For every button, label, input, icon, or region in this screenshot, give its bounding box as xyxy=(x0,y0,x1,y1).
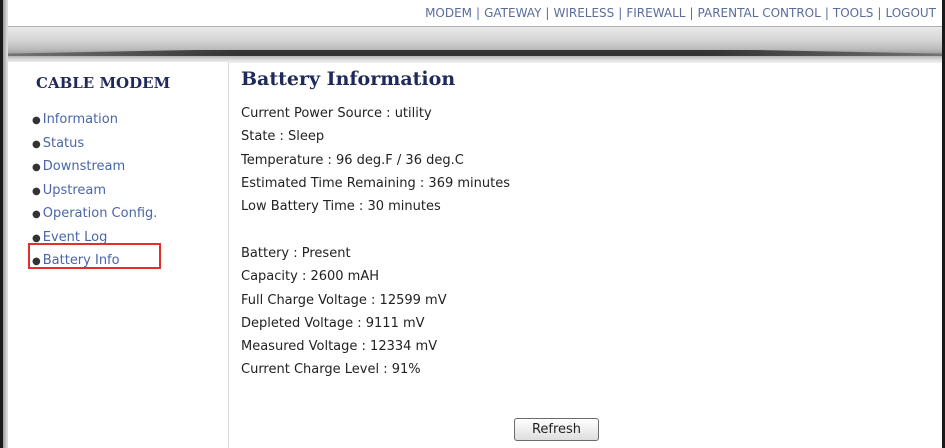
bullet-icon: ● xyxy=(32,162,41,173)
power-info-list: Current Power Source : utility State : S… xyxy=(241,102,510,218)
sidebar-title: CABLE MODEM xyxy=(36,74,171,92)
sidebar-item-label[interactable]: Operation Config. xyxy=(43,206,158,221)
bullet-icon: ● xyxy=(32,209,41,220)
sidebar: CABLE MODEM ● Information ● Status ● Downst… xyxy=(8,62,229,448)
nav-tools[interactable]: TOOLS xyxy=(833,6,874,20)
sidebar-item-label[interactable]: Status xyxy=(43,136,84,151)
sidebar-item-operation-config[interactable]: ● Operation Config. xyxy=(32,202,157,226)
nav-separator: | xyxy=(689,6,694,20)
info-line: Low Battery Time : 30 minutes xyxy=(241,199,441,215)
main-content: Battery Information Current Power Source… xyxy=(229,62,942,448)
info-line: Estimated Time Remaining : 369 minutes xyxy=(241,175,510,191)
sidebar-item-label[interactable]: Information xyxy=(43,112,118,127)
info-line: Capacity : 2600 mAH xyxy=(241,269,380,285)
nav-separator: | xyxy=(545,6,550,20)
info-line: Full Charge Voltage : 12599 mV xyxy=(241,292,447,308)
nav-separator: | xyxy=(824,6,829,20)
info-line: State : Sleep xyxy=(241,129,325,145)
nav-parental-control[interactable]: PARENTAL CONTROL xyxy=(698,6,821,20)
nav-modem[interactable]: MODEM xyxy=(425,6,472,20)
nav-separator: | xyxy=(877,6,882,20)
sidebar-item-label[interactable]: Downstream xyxy=(43,159,125,174)
refresh-button[interactable]: Refresh xyxy=(514,418,599,441)
nav-separator: | xyxy=(476,6,481,20)
header-band-shadow xyxy=(8,50,942,56)
info-line: Temperature : 96 deg.F / 36 deg.C xyxy=(241,152,464,168)
page-title: Battery Information xyxy=(241,68,456,90)
sidebar-item-information[interactable]: ● Information xyxy=(32,108,157,132)
bullet-icon: ● xyxy=(32,232,41,244)
sidebar-item-upstream[interactable]: ● Upstream xyxy=(32,179,157,203)
info-line: Depleted Voltage : 9111 mV xyxy=(241,315,425,331)
sidebar-item-label[interactable]: Upstream xyxy=(43,183,106,198)
header-band xyxy=(8,26,942,63)
selection-highlight-box xyxy=(28,243,161,269)
info-line: Measured Voltage : 12334 mV xyxy=(241,339,438,355)
bullet-icon: ● xyxy=(32,115,41,126)
top-navigation: MODEM | GATEWAY | WIRELESS | FIREWALL | PARENTAL… xyxy=(8,0,942,26)
info-line: Current Power Source : utility xyxy=(241,106,432,121)
bullet-icon: ● xyxy=(32,138,41,150)
bullet-icon: ● xyxy=(32,185,41,197)
battery-info-list: Battery : Present Capacity : 2600 mAH Fu… xyxy=(241,242,447,382)
nav-wireless[interactable]: WIRELESS xyxy=(553,6,614,20)
nav-firewall[interactable]: FIREWALL xyxy=(626,6,685,20)
nav-separator: | xyxy=(618,6,623,20)
nav-logout[interactable]: LOGOUT xyxy=(885,6,936,20)
nav-gateway[interactable]: GATEWAY xyxy=(484,6,541,20)
sidebar-item-status[interactable]: ● Status xyxy=(32,132,157,156)
info-line: Current Charge Level : 91% xyxy=(241,362,421,378)
info-line: Battery : Present xyxy=(241,246,351,261)
sidebar-item-downstream[interactable]: ● Downstream xyxy=(32,155,157,179)
